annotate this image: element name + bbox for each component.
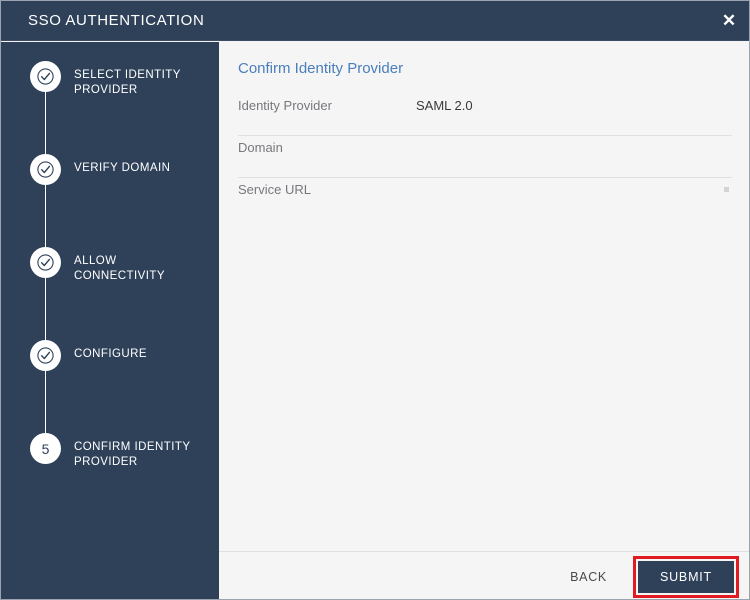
form-row-domain: Domain xyxy=(238,136,732,178)
dialog-footer: BACK SUBMIT xyxy=(219,551,749,599)
sidebar-step-allow-connectivity[interactable]: ALLOW CONNECTIVITY xyxy=(1,247,219,340)
sidebar-step-configure[interactable]: CONFIGURE xyxy=(1,340,219,433)
domain-label: Domain xyxy=(238,140,283,155)
submit-button[interactable]: SUBMIT xyxy=(637,560,734,593)
page-title: Confirm Identity Provider xyxy=(238,60,404,77)
step-marker xyxy=(30,61,61,92)
sidebar-step-label: CONFIRM IDENTITY PROVIDER xyxy=(74,441,191,468)
wizard-stepper: SELECT IDENTITY PROVIDER VERIFY DOMAIN A… xyxy=(1,42,219,526)
step-marker: 5 xyxy=(30,433,61,464)
step-connector xyxy=(45,185,46,247)
sidebar-step-verify-domain[interactable]: VERIFY DOMAIN xyxy=(1,154,219,247)
dialog-titlebar: SSO AUTHENTICATION ✕ xyxy=(1,1,749,41)
sso-authentication-dialog: SSO AUTHENTICATION ✕ SELECT IDENTITY PRO… xyxy=(0,0,750,600)
sidebar-step-label: CONFIGURE xyxy=(74,348,148,360)
scrollbar-artifact-icon xyxy=(724,187,729,192)
sidebar-step-select-identity-provider[interactable]: SELECT IDENTITY PROVIDER xyxy=(1,61,219,154)
identity-provider-value: SAML 2.0 xyxy=(416,98,473,113)
sidebar-step-label: ALLOW CONNECTIVITY xyxy=(74,255,166,282)
wizard-main-panel: Confirm Identity Provider Identity Provi… xyxy=(219,42,749,599)
check-icon xyxy=(30,154,61,185)
wizard-content: Confirm Identity Provider Identity Provi… xyxy=(219,42,749,551)
form-row-identity-provider: Identity Provider SAML 2.0 xyxy=(238,94,732,136)
form-row-service-url: Service URL xyxy=(238,178,732,220)
check-icon xyxy=(30,247,61,278)
dialog-title: SSO AUTHENTICATION xyxy=(28,12,205,29)
wizard-sidebar: SELECT IDENTITY PROVIDER VERIFY DOMAIN A… xyxy=(1,42,219,599)
sidebar-step-confirm-identity-provider[interactable]: 5 CONFIRM IDENTITY PROVIDER xyxy=(1,433,219,526)
submit-button-highlight: SUBMIT xyxy=(632,555,739,598)
sidebar-step-label: VERIFY DOMAIN xyxy=(74,162,171,174)
dialog-body: SELECT IDENTITY PROVIDER VERIFY DOMAIN A… xyxy=(1,42,749,599)
step-number-badge: 5 xyxy=(30,433,61,464)
sidebar-step-label: SELECT IDENTITY PROVIDER xyxy=(74,69,181,96)
step-connector xyxy=(45,278,46,340)
step-marker xyxy=(30,154,61,185)
service-url-label: Service URL xyxy=(238,182,311,197)
back-button[interactable]: BACK xyxy=(556,562,621,592)
check-icon xyxy=(30,61,61,92)
step-connector xyxy=(45,92,46,154)
step-number: 5 xyxy=(41,440,50,457)
close-icon[interactable]: ✕ xyxy=(707,1,749,41)
step-marker xyxy=(30,247,61,278)
check-icon xyxy=(30,340,61,371)
identity-provider-label: Identity Provider xyxy=(238,98,332,113)
step-connector xyxy=(45,371,46,433)
step-marker xyxy=(30,340,61,371)
